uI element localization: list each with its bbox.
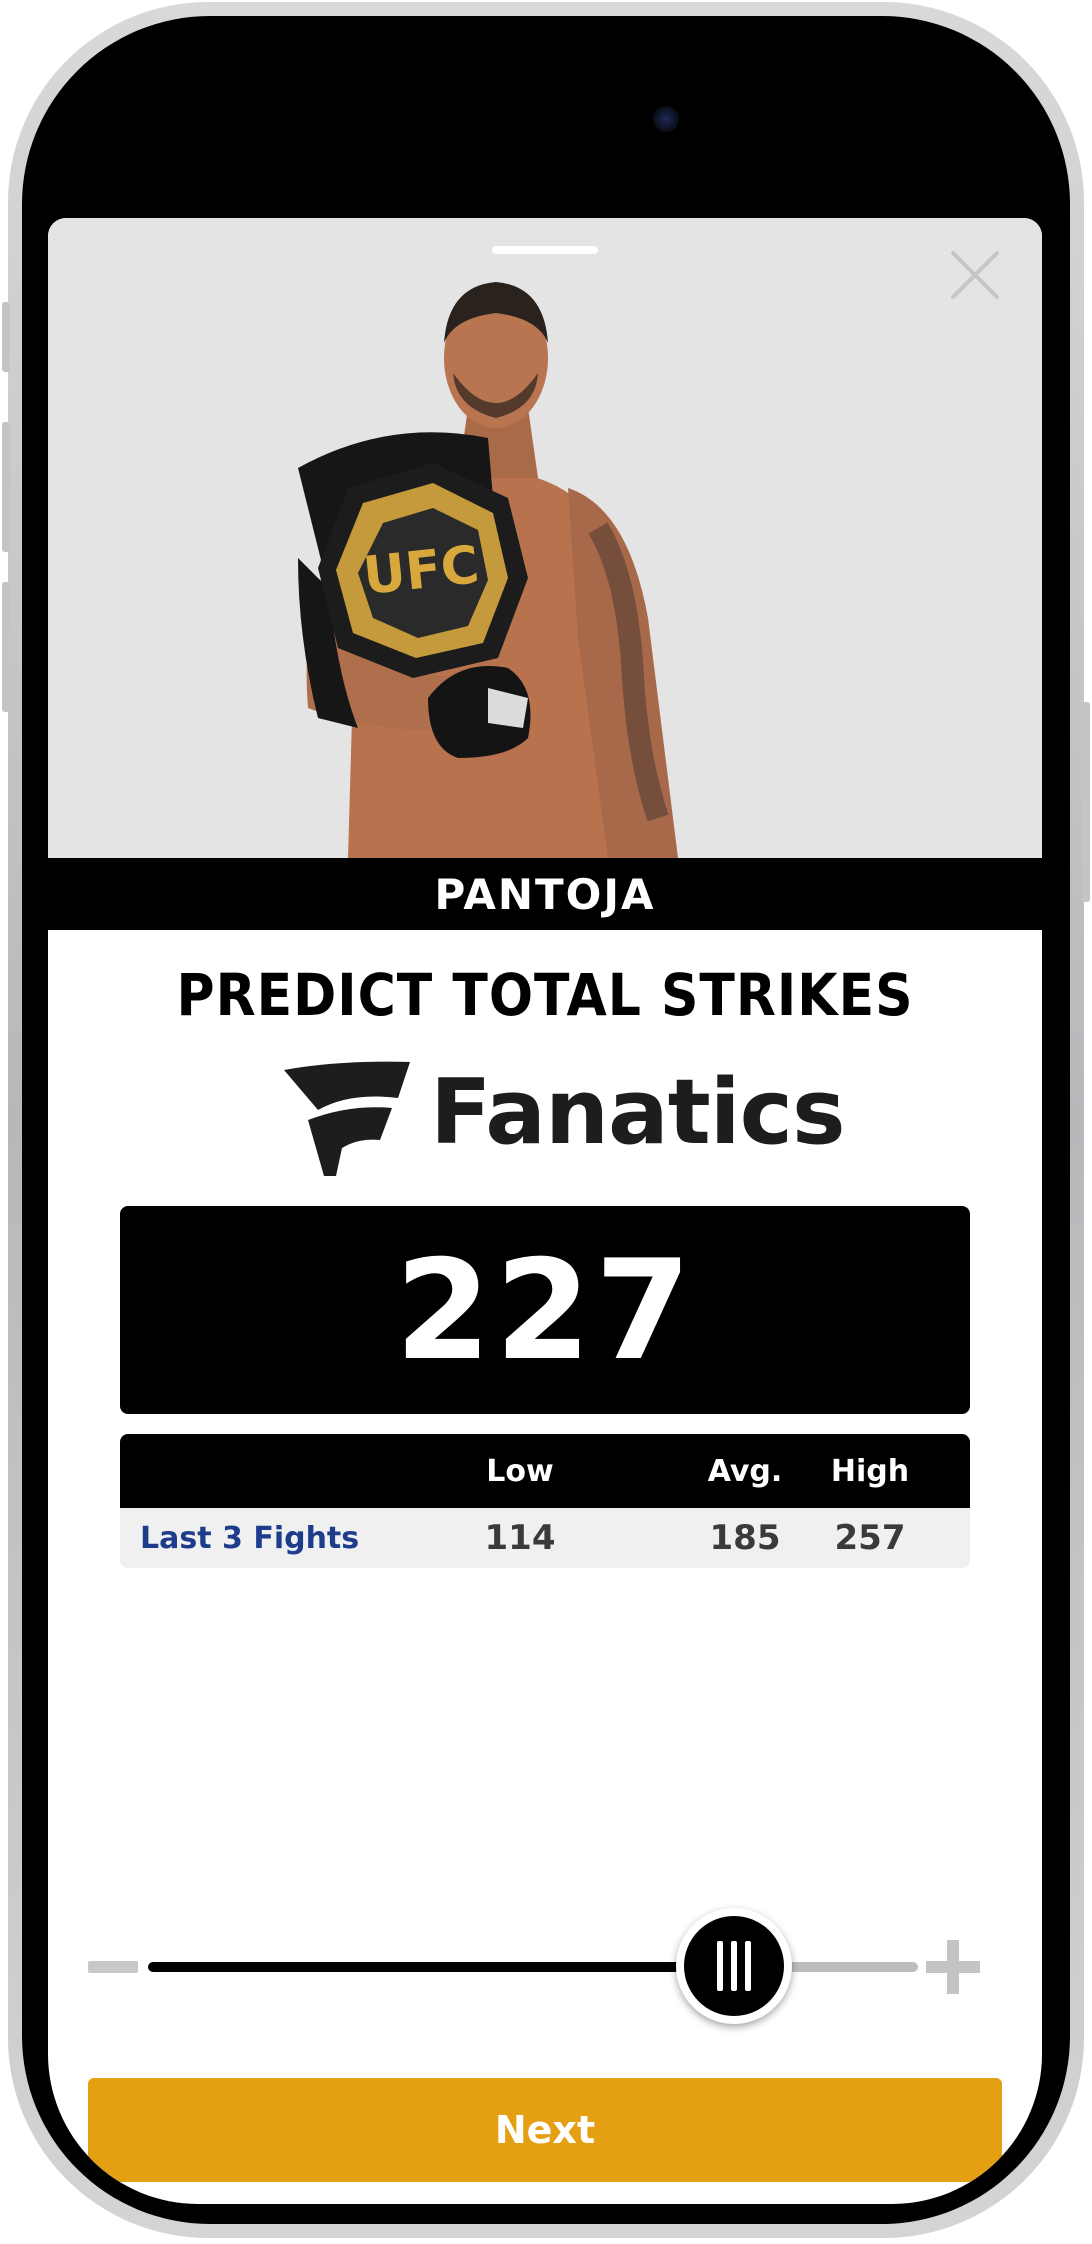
increment-button[interactable]: [926, 1940, 980, 1994]
sponsor-logo: Fanatics: [280, 1058, 846, 1178]
fighter-hero: UFC: [48, 218, 1042, 858]
page-title: PREDICT TOTAL STRIKES: [176, 962, 914, 1030]
stats-table: Low Avg. High Last 3 Fights 114 185 257: [120, 1434, 970, 1568]
fighter-photo: UFC: [298, 282, 678, 858]
fighter-name: PANTOJA: [434, 869, 656, 919]
grip-line: [745, 1941, 751, 1991]
prediction-value: 227: [394, 1229, 696, 1391]
close-button[interactable]: [942, 242, 1008, 308]
volume-up-button: [2, 422, 10, 552]
dynamic-island: [388, 74, 698, 164]
slider-thumb[interactable]: [676, 1908, 792, 2024]
slider-track-filled[interactable]: [148, 1962, 708, 1972]
prediction-display: 227: [120, 1206, 970, 1414]
svg-text:UFC: UFC: [360, 535, 482, 607]
column-header-high: High: [830, 1453, 910, 1489]
column-header-low: Low: [486, 1453, 554, 1489]
decrement-button[interactable]: [88, 1961, 138, 1973]
strikes-slider[interactable]: [48, 1908, 1042, 2028]
next-button[interactable]: Next: [88, 2078, 1002, 2182]
prediction-sheet: UFC PANTOJA PREDICT TOTAL STRIKES Fanati…: [48, 218, 1042, 2204]
fighter-name-bar: PANTOJA: [48, 858, 1042, 930]
screen: UFC PANTOJA PREDICT TOTAL STRIKES Fanati…: [48, 40, 1042, 2204]
cell-low: 114: [484, 1518, 556, 1558]
sponsor-name: Fanatics: [430, 1060, 846, 1165]
table-row: Last 3 Fights 114 185 257: [120, 1508, 970, 1568]
row-label-last-3-fights[interactable]: Last 3 Fights: [140, 1508, 359, 1568]
sheet-grabber[interactable]: [492, 246, 598, 254]
power-button: [1082, 702, 1090, 902]
grip-line: [717, 1941, 723, 1991]
stats-header-row: Low Avg. High: [120, 1434, 970, 1508]
fanatics-flag-icon: [284, 1061, 410, 1176]
action-button: [2, 302, 10, 372]
grip-line: [731, 1941, 737, 1991]
volume-down-button: [2, 582, 10, 712]
cell-high: 257: [834, 1518, 906, 1558]
camera-icon: [653, 106, 679, 132]
